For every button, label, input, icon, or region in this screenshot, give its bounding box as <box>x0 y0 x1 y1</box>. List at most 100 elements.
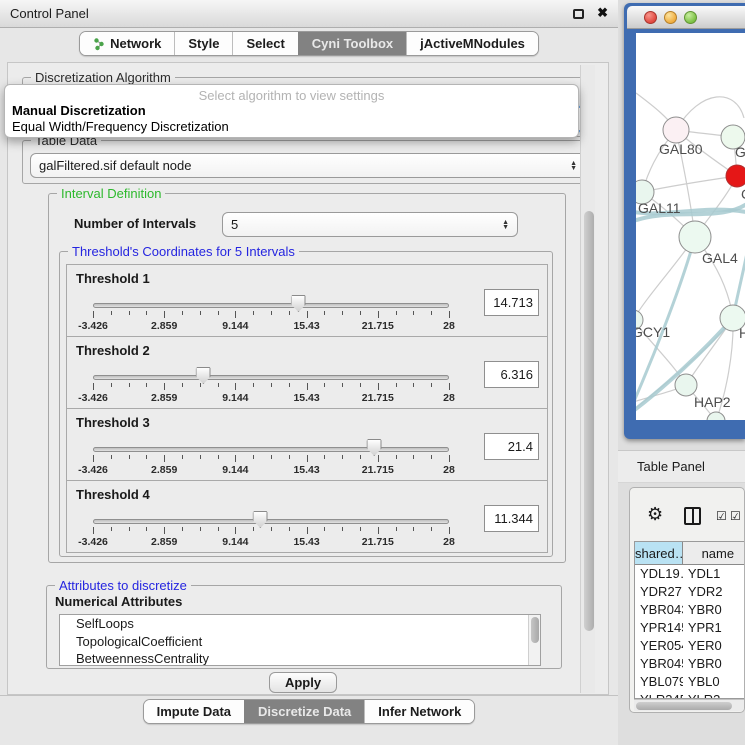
tick-mark <box>182 383 183 387</box>
tick-mark <box>324 455 325 459</box>
algorithm-option[interactable]: Equal Width/Frequency Discretization <box>5 119 578 135</box>
apply-button[interactable]: Apply <box>269 672 337 693</box>
network-node-gal4[interactable] <box>679 221 711 253</box>
scrollbar-thumb[interactable] <box>636 702 732 710</box>
network-node-hap2[interactable] <box>675 374 697 396</box>
tab-select[interactable]: Select <box>232 32 297 55</box>
tab-label: Discretize Data <box>258 704 351 719</box>
node-label: GAL80 <box>659 141 703 157</box>
settings-gear-icon[interactable]: ⚙ <box>647 504 663 525</box>
slider-track[interactable] <box>93 375 449 380</box>
zoom-traffic-light-icon[interactable] <box>684 11 697 24</box>
scrollbar-thumb[interactable] <box>584 211 594 631</box>
table-row[interactable]: YBR043CYBR0 <box>635 601 745 619</box>
threshold-value-field[interactable]: 21.4 <box>484 433 539 460</box>
tick-mark <box>111 311 112 315</box>
number-of-intervals-value: 5 <box>231 217 238 232</box>
tick-mark <box>449 383 450 390</box>
table-row[interactable]: YDL19…YDL1 <box>635 565 745 583</box>
tick-mark <box>235 455 236 462</box>
tab-style[interactable]: Style <box>174 32 232 55</box>
algorithm-hint-option[interactable]: Select algorithm to view settings <box>5 85 578 103</box>
table-horizontal-scrollbar[interactable] <box>634 699 744 711</box>
attributes-group: Attributes to discretize Numerical Attri… <box>46 585 562 669</box>
table-data-combo[interactable]: galFiltered.sif default node ▲▼ <box>30 153 586 178</box>
tick-mark <box>93 383 94 390</box>
slider-track[interactable] <box>93 447 449 452</box>
tick-label: 15.43 <box>293 320 319 332</box>
slider-ticks <box>93 455 449 464</box>
tick-mark <box>200 311 201 315</box>
slider-thumb[interactable] <box>253 511 268 528</box>
tab-jactivemnodules[interactable]: jActiveMNodules <box>406 32 538 55</box>
tab-discretize-data[interactable]: Discretize Data <box>244 700 364 723</box>
number-of-intervals-combo[interactable]: 5 ▲▼ <box>222 212 518 237</box>
numerical-attributes-label: Numerical Attributes <box>55 594 182 609</box>
tick-mark <box>200 455 201 459</box>
table-row[interactable]: YLR345WYLR3 <box>635 691 745 699</box>
threshold-slider[interactable]: -3.4262.8599.14415.4321.71528 <box>93 519 449 548</box>
slider-tick-labels: -3.4262.8599.14415.4321.71528 <box>93 392 449 404</box>
checkbox-icon[interactable]: ☑ <box>716 509 727 523</box>
list-item[interactable]: BetweennessCentrality <box>60 650 540 666</box>
tick-mark <box>218 311 219 315</box>
table-row[interactable]: YER054CYER0 <box>635 637 745 655</box>
network-node-c[interactable] <box>726 165 745 187</box>
column-header-shared-name[interactable]: shared… <box>635 542 683 564</box>
table-row[interactable]: YBL079WYBL0 <box>635 673 745 691</box>
column-layout-icon[interactable] <box>684 507 701 525</box>
threshold-slider[interactable]: -3.4262.8599.14415.4321.71528 <box>93 447 449 476</box>
tick-mark <box>271 311 272 315</box>
network-canvas[interactable]: GAL80G.CGAL11GAL4GCY1HHAP2 <box>636 33 745 420</box>
tab-impute-data[interactable]: Impute Data <box>144 700 244 723</box>
list-item[interactable]: TopologicalCoefficient <box>60 633 540 651</box>
table-row[interactable]: YPR145WYPR1 <box>635 619 745 637</box>
slider-track[interactable] <box>93 519 449 524</box>
minimize-traffic-light-icon[interactable] <box>664 11 677 24</box>
node-label: HAP2 <box>694 394 731 410</box>
column-header-name[interactable]: name <box>683 542 745 564</box>
threshold-value-field[interactable]: 11.344 <box>484 505 539 532</box>
table-body: YDL19…YDL1YDR27…YDR2YBR043CYBR0YPR145WYP… <box>635 565 745 699</box>
table-panel-titlebar: Table Panel <box>618 450 745 483</box>
threshold-box: Threshold 4-3.4262.8599.14415.4321.71528… <box>66 480 548 553</box>
tick-mark <box>146 311 147 315</box>
numerical-attributes-list[interactable]: SelfLoopsTopologicalCoefficientBetweenne… <box>59 614 541 666</box>
threshold-value-field[interactable]: 14.713 <box>484 289 539 316</box>
slider-ticks <box>93 311 449 320</box>
checkbox-icon[interactable]: ☑ <box>730 509 741 523</box>
tick-mark <box>146 527 147 531</box>
tick-label: 9.144 <box>222 392 248 404</box>
tick-mark <box>449 311 450 318</box>
tab-cyni-toolbox[interactable]: Cyni Toolbox <box>298 32 406 55</box>
network-node-gal80[interactable] <box>663 117 689 143</box>
slider-thumb[interactable] <box>367 439 382 456</box>
panel-scrollbar[interactable] <box>580 65 595 693</box>
slider-thumb[interactable] <box>291 295 306 312</box>
group-title: Discretization Algorithm <box>31 70 175 85</box>
slider-track[interactable] <box>93 303 449 308</box>
table-row[interactable]: YDR27…YDR2 <box>635 583 745 601</box>
threshold-slider[interactable]: -3.4262.8599.14415.4321.71528 <box>93 303 449 332</box>
slider-thumb[interactable] <box>196 367 211 384</box>
table-row[interactable]: YBR045CYBR0 <box>635 655 745 673</box>
float-window-icon[interactable] <box>573 9 584 19</box>
tick-mark <box>93 527 94 534</box>
algorithm-option[interactable]: Manual Discretization <box>5 103 578 119</box>
tab-infer-network[interactable]: Infer Network <box>364 700 474 723</box>
tick-mark <box>378 527 379 534</box>
threshold-value-field[interactable]: 6.316 <box>484 361 539 388</box>
tab-network[interactable]: Network <box>80 32 174 55</box>
node-attribute-table[interactable]: shared… name YDL19…YDL1YDR27…YDR2YBR043C… <box>634 541 745 699</box>
cell-name: YDL1 <box>683 565 745 583</box>
close-icon[interactable]: ✖ <box>597 5 608 21</box>
cell-shared-name: YLR345W <box>635 691 683 699</box>
close-traffic-light-icon[interactable] <box>644 11 657 24</box>
list-item[interactable]: SelfLoops <box>60 615 540 633</box>
tick-mark <box>289 527 290 531</box>
scrollbar-thumb[interactable] <box>531 617 539 643</box>
attributes-scrollbar[interactable] <box>528 615 540 665</box>
cell-name: YDR2 <box>683 583 745 601</box>
tick-mark <box>307 455 308 462</box>
threshold-slider[interactable]: -3.4262.8599.14415.4321.71528 <box>93 375 449 404</box>
